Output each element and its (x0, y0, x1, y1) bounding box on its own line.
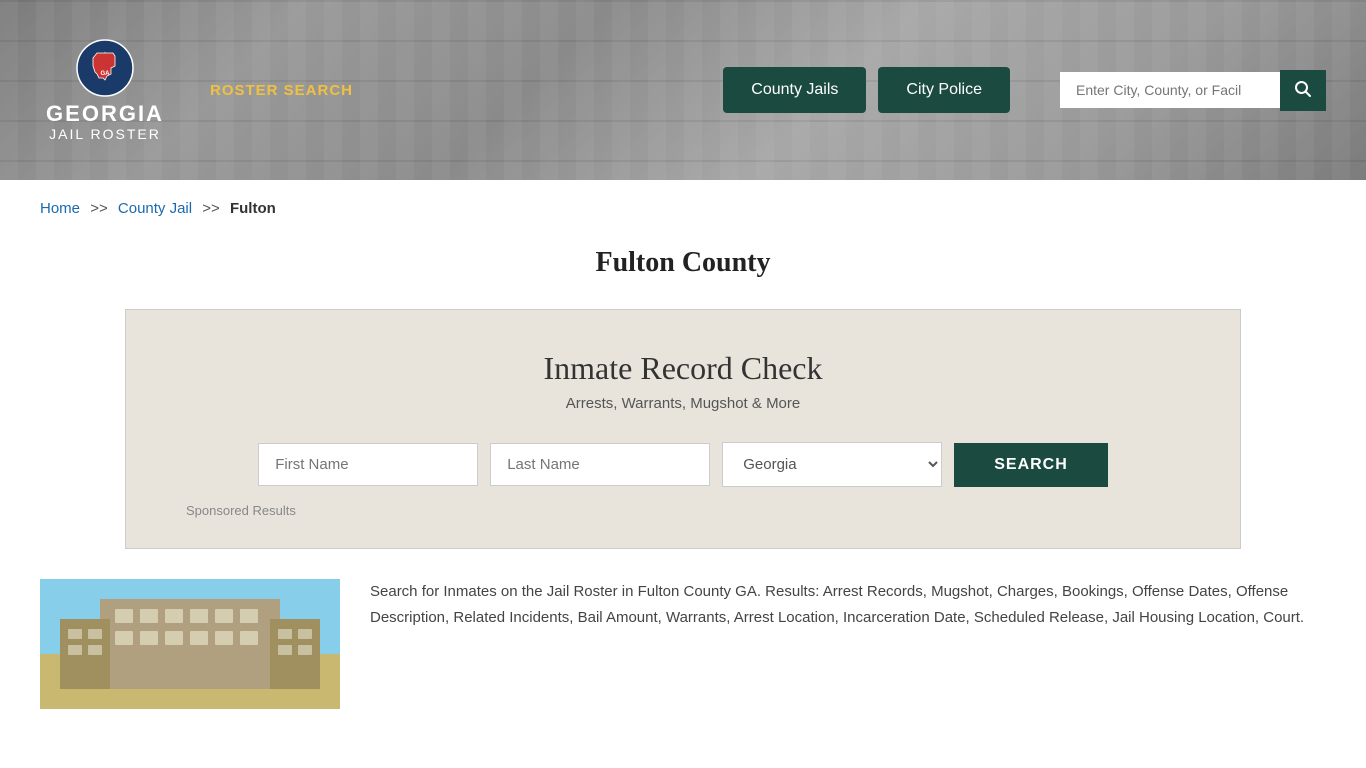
breadcrumb-sep-1: >> (90, 200, 108, 217)
breadcrumb-home[interactable]: Home (40, 200, 80, 217)
header-search-area (1060, 70, 1326, 111)
svg-text:GA: GA (101, 71, 111, 77)
building-image (40, 579, 340, 709)
last-name-input[interactable] (490, 443, 710, 486)
logo-area: ★ GA GEORGIA JAIL ROSTER (40, 38, 170, 142)
sponsored-results-label: Sponsored Results (186, 503, 1180, 518)
state-select[interactable]: AlabamaAlaskaArizonaArkansasCaliforniaCo… (722, 442, 942, 487)
breadcrumb: Home >> County Jail >> Fulton (0, 180, 1366, 237)
breadcrumb-sep-2: >> (202, 200, 220, 217)
logo-sub-text: JAIL ROSTER (49, 126, 161, 142)
record-check-subtitle: Arrests, Warrants, Mugshot & More (186, 395, 1180, 412)
first-name-input[interactable] (258, 443, 478, 486)
breadcrumb-current: Fulton (230, 200, 276, 217)
nav-area: ROSTER SEARCH (210, 82, 683, 99)
header-search-input[interactable] (1060, 72, 1280, 108)
record-check-box: Inmate Record Check Arrests, Warrants, M… (125, 309, 1241, 549)
breadcrumb-county-jail[interactable]: County Jail (118, 200, 192, 217)
page-title-area: Fulton County (0, 237, 1366, 309)
logo-main-text: GEORGIA (46, 102, 164, 126)
record-check-form: AlabamaAlaskaArizonaArkansasCaliforniaCo… (186, 442, 1180, 487)
page-title: Fulton County (0, 247, 1366, 279)
header-buttons: County Jails City Police (723, 67, 1010, 113)
roster-search-link[interactable]: ROSTER SEARCH (210, 82, 353, 99)
bottom-section: Search for Inmates on the Jail Roster in… (0, 579, 1366, 749)
city-police-button[interactable]: City Police (878, 67, 1010, 113)
county-jails-button[interactable]: County Jails (723, 67, 866, 113)
bottom-description: Search for Inmates on the Jail Roster in… (370, 579, 1326, 709)
site-header: ★ GA GEORGIA JAIL ROSTER ROSTER SEARCH C… (0, 0, 1366, 180)
logo-icon: ★ GA (75, 38, 135, 98)
inmate-search-button[interactable]: SEARCH (954, 443, 1108, 487)
header-search-button[interactable] (1280, 70, 1326, 111)
record-check-title: Inmate Record Check (186, 350, 1180, 387)
